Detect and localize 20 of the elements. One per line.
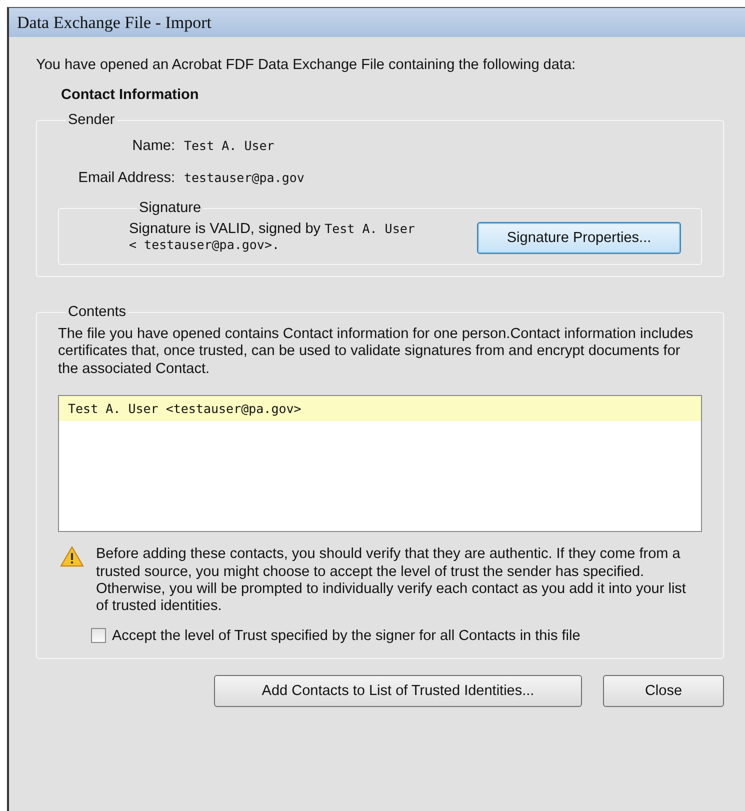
checkbox[interactable]: [91, 628, 106, 644]
email-value: testauser@pa.gov: [184, 170, 304, 185]
dialog-button[interactable]: Add Contacts to List of Trusted Identities...: [214, 674, 582, 707]
warning-text: Before adding these contacts, you should verify that they are authentic. If they come from a trusted source, you might choose to accept the level of trust the sender has specified. Otherwise, you will be prompted to individually verify each contact as you add it into your list of trusted identities.: [96, 546, 686, 616]
checkbox-label: Accept the level of Trust specified by the signer for all Contacts in this file: [112, 628, 580, 644]
group-legend: Contents: [66, 304, 128, 320]
name-value: Test A. User: [184, 138, 274, 153]
group-legend: Signature: [137, 200, 204, 216]
intro-text: You have opened an Acrobat FDF Data Exchange File containing the following data:: [36, 57, 577, 73]
dialog-button[interactable]: Close: [603, 674, 724, 707]
section-heading: Contact Information: [61, 87, 200, 103]
group-legend: Sender: [66, 112, 117, 128]
field-label: Name:: [131, 138, 176, 154]
signature-status: Signature is VALID, signed by Test A. User < testauser@pa.gov>.: [129, 222, 416, 254]
warning-icon: [60, 546, 84, 568]
contact-item[interactable]: Test A. User <testauser@pa.gov>: [59, 396, 701, 422]
signature-properties-button[interactable]: Signature Properties...: [477, 222, 681, 254]
description-text: The file you have opened contains Contact information for one person.Contact information includes certificates that, once trusted, can be used to validate signatures from and encrypt documents for the associated Contact.: [58, 326, 694, 378]
field-label: Email Address:: [77, 170, 176, 186]
window-title: Data Exchange File - Import: [17, 12, 212, 32]
